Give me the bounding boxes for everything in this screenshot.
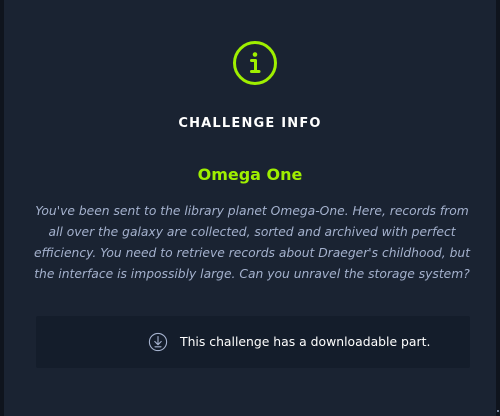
info-icon xyxy=(233,41,277,85)
challenge-name: Omega One xyxy=(197,165,303,184)
challenge-description: You've been sent to the library planet O… xyxy=(33,204,471,281)
modal-heading: CHALLENGE INFO xyxy=(178,116,322,131)
downloadable-part-notice: This challenge has a downloadable part. xyxy=(36,316,470,368)
corner-marker xyxy=(497,410,499,412)
download-icon xyxy=(148,332,168,352)
challenge-info-modal: CHALLENGE INFO Omega One You've been sen… xyxy=(4,0,499,416)
download-notice-text: This challenge has a downloadable part. xyxy=(180,334,431,349)
